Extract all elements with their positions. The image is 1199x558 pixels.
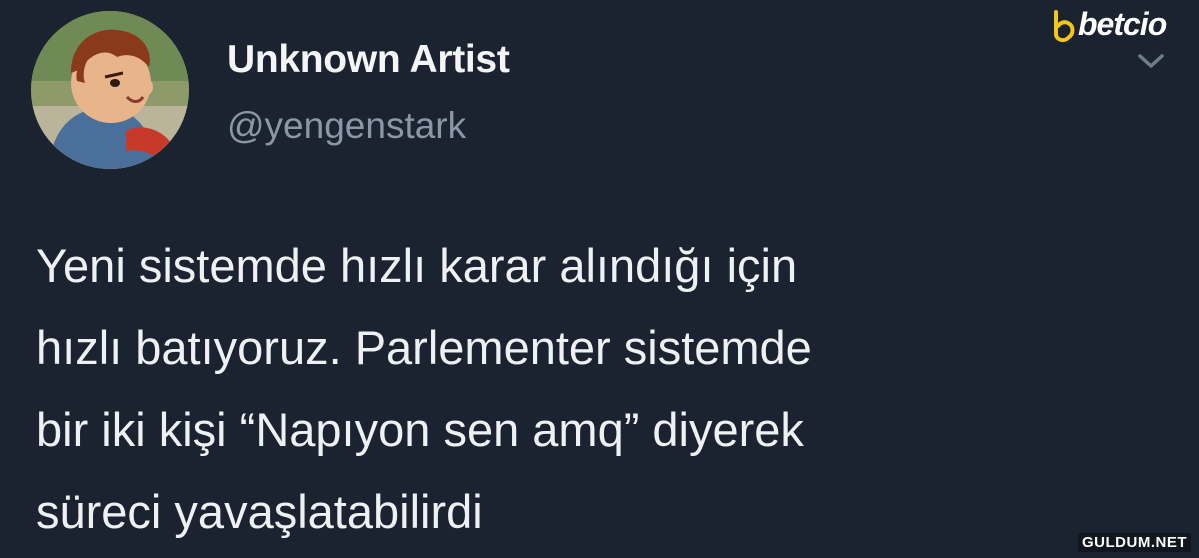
tweet-text-line: hızlı batıyoruz. Parlementer sistemde (36, 321, 812, 374)
tweet-text-line: Yeni sistemde hızlı karar alındığı için (36, 239, 798, 292)
tweet-text-line: süreci yavaşlatabilirdi (36, 485, 483, 538)
user-handle[interactable]: @yengenstark (227, 105, 466, 147)
display-name[interactable]: Unknown Artist (227, 38, 510, 82)
tweet-card: Unknown Artist @yengenstark betcio Yeni … (0, 0, 1199, 558)
avatar[interactable] (31, 11, 189, 169)
guldum-watermark: GULDUM.NET (1078, 533, 1191, 552)
betcio-watermark: betcio (1050, 4, 1190, 46)
chevron-down-icon[interactable] (1136, 50, 1166, 72)
tweet-text: Yeni sistemde hızlı karar alındığı için … (36, 225, 1176, 553)
tweet-text-line: bir iki kişi “Napıyon sen amq” diyerek (36, 403, 804, 456)
betcio-logo-icon (1054, 10, 1075, 43)
betcio-logo-text: betcio (1078, 6, 1167, 42)
cartoon-boy-avatar-icon (31, 11, 189, 169)
